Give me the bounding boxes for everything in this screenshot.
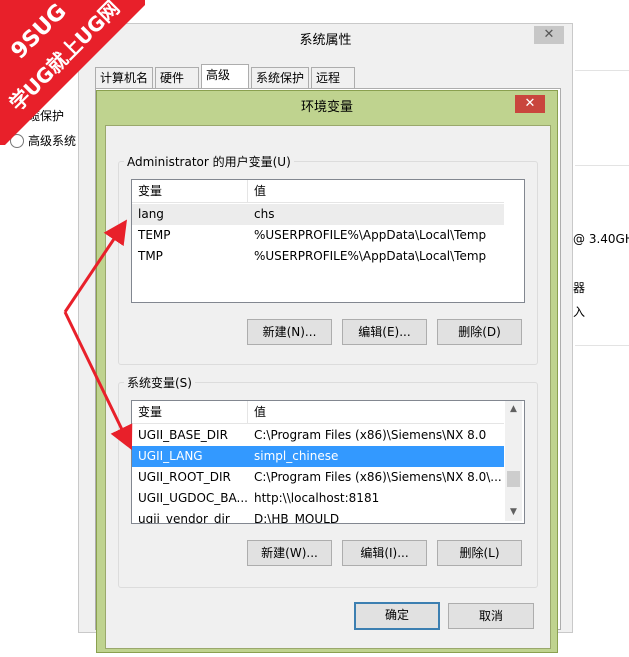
tab-system-protection[interactable]: 系统保护 (251, 67, 309, 89)
system-variables-label: 系统变量(S) (124, 374, 195, 391)
scrollbar-thumb[interactable] (507, 471, 520, 487)
ok-button[interactable]: 确定 (354, 602, 440, 630)
system-properties-title: 系统属性 (79, 24, 572, 60)
user-variable-row[interactable]: lang chs (132, 204, 504, 225)
user-variables-label: Administrator 的用户变量(U) (124, 153, 294, 170)
user-variable-value: chs (254, 207, 275, 221)
bg-text-2: 器 (573, 281, 586, 295)
user-variable-name: TEMP (138, 228, 171, 242)
user-variable-row[interactable]: TMP %USERPROFILE%\AppData\Local\Temp (132, 246, 504, 267)
user-edit-button[interactable]: 编辑(E)... (342, 319, 427, 345)
system-col-value[interactable]: 值 (248, 401, 504, 423)
user-variable-row[interactable]: TEMP %USERPROFILE%\AppData\Local\Temp (132, 225, 504, 246)
system-variables-list[interactable]: 变量 值 UGII_BASE_DIR C:\Program Files (x86… (131, 400, 525, 524)
system-variable-name: ugii_vendor_dir (138, 512, 230, 524)
system-variable-row[interactable]: ugii_vendor_dir D:\HB_MOULD (132, 509, 504, 524)
environment-variables-body: Administrator 的用户变量(U) 变量 值 lang chs TEM… (105, 125, 551, 649)
system-variables-scrollbar[interactable]: ▲ ▼ (505, 401, 522, 521)
system-col-variable[interactable]: 变量 (132, 401, 248, 423)
environment-variables-close-button[interactable]: ✕ (515, 95, 545, 113)
system-variables-header: 变量 值 (132, 401, 504, 424)
user-variable-name: TMP (138, 249, 163, 263)
scroll-up-arrow-icon[interactable]: ▲ (505, 401, 522, 418)
system-variable-row[interactable]: UGII_ROOT_DIR C:\Program Files (x86)\Sie… (132, 467, 504, 488)
system-variable-value: C:\Program Files (x86)\Siemens\NX 8.0 (254, 428, 487, 442)
system-variable-value: D:\HB_MOULD (254, 512, 340, 524)
bg-text-3: 入 (573, 305, 586, 319)
user-delete-button[interactable]: 删除(D) (437, 319, 522, 345)
tab-hardware[interactable]: 硬件 (155, 67, 199, 89)
system-variable-value: simpl_chinese (254, 449, 339, 463)
user-col-value[interactable]: 值 (248, 180, 504, 202)
system-variable-name: UGII_UGDOC_BA... (138, 491, 248, 505)
bg-divider-2 (575, 165, 629, 166)
user-variable-value: %USERPROFILE%\AppData\Local\Temp (254, 228, 487, 242)
environment-variables-title: 环境变量 (300, 100, 353, 115)
system-variable-row[interactable]: UGII_UGDOC_BA... http:\\localhost:8181 (132, 488, 504, 509)
system-variable-name: UGII_BASE_DIR (138, 428, 228, 442)
bg-divider-3 (575, 345, 629, 346)
system-new-button[interactable]: 新建(W)... (247, 540, 332, 566)
bg-divider-1 (575, 70, 629, 71)
user-variables-header: 变量 值 (132, 180, 504, 203)
user-variables-list[interactable]: 变量 值 lang chs TEMP %USERPROFILE%\AppData… (131, 179, 525, 303)
cancel-button[interactable]: 取消 (448, 603, 534, 629)
tab-advanced[interactable]: 高级 (201, 64, 249, 90)
system-variable-value: C:\Program Files (x86)\Siemens\NX 8.0\..… (254, 470, 502, 484)
tab-remote[interactable]: 远程 (311, 67, 355, 89)
system-delete-button[interactable]: 删除(L) (437, 540, 522, 566)
user-col-variable[interactable]: 变量 (132, 180, 248, 202)
system-properties-close-button[interactable]: ✕ (534, 26, 564, 44)
environment-variables-window: 环境变量 ✕ Administrator 的用户变量(U) 变量 值 lang … (96, 90, 558, 653)
user-variable-value: %USERPROFILE%\AppData\Local\Temp (254, 249, 487, 263)
system-variable-row[interactable]: UGII_BASE_DIR C:\Program Files (x86)\Sie… (132, 425, 504, 446)
scroll-down-arrow-icon[interactable]: ▼ (505, 504, 522, 521)
system-variable-name: UGII_LANG (138, 449, 203, 463)
system-edit-button[interactable]: 编辑(I)... (342, 540, 427, 566)
watermark-badge: 9SUG 学UG就上UG网 (0, 0, 145, 145)
bg-cpu-text: @ 3.40GH (573, 232, 629, 246)
user-variable-name: lang (138, 207, 164, 221)
system-variable-value: http:\\localhost:8181 (254, 491, 380, 505)
system-variable-name: UGII_ROOT_DIR (138, 470, 231, 484)
system-variable-row-selected[interactable]: UGII_LANG simpl_chinese (132, 446, 504, 467)
user-new-button[interactable]: 新建(N)... (247, 319, 332, 345)
